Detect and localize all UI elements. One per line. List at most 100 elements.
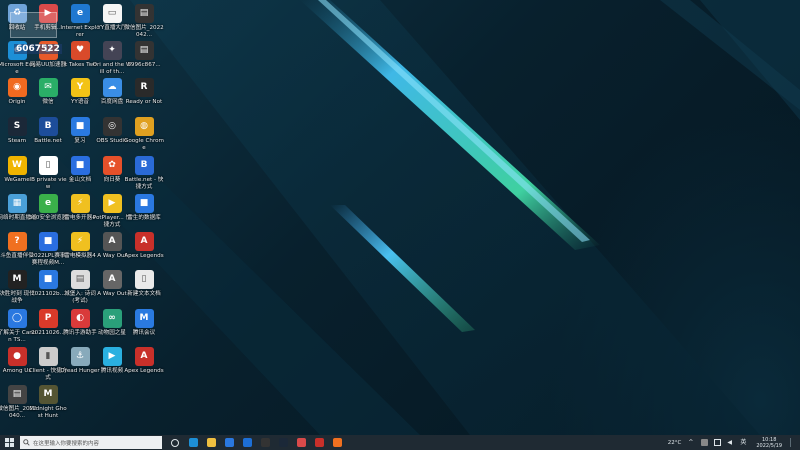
- app-icon: ♥: [70, 41, 90, 60]
- desktop-icon[interactable]: M 腾讯会议: [127, 309, 161, 337]
- taskbar-app-file-explorer[interactable]: [202, 435, 220, 450]
- app-icon: ▶: [102, 347, 122, 366]
- weather-label[interactable]: 22°C: [668, 440, 682, 446]
- app-icon: ☁: [102, 78, 122, 97]
- desktop-icon[interactable]: ▤ 微信图片_2022042...: [124, 4, 164, 38]
- app-icon: ▤: [70, 270, 90, 289]
- desktop-icon[interactable]: A Apex Legends: [124, 232, 164, 260]
- app-icon: B: [134, 156, 154, 175]
- taskbar: 在这里输入你要搜索的内容 22°C ^ ◀ 英 10:18 2022/5/19: [0, 435, 800, 450]
- desktop-icon[interactable]: ▮ Client - 快捷方式: [29, 347, 67, 381]
- desktop-icon[interactable]: ◯ 了解关于 Canon TS...: [0, 309, 36, 343]
- action-center-icon[interactable]: [790, 438, 797, 447]
- desktop-icon-grid: ♻ 回收站 ▶ 手机剪辑... e Internet Explorer ▭ YY直播大厅 ▤ 微信…: [0, 0, 165, 435]
- app-icon: ✦: [102, 41, 122, 60]
- app-icon: ◍: [134, 117, 154, 136]
- app-icon: ▤: [134, 4, 154, 23]
- desktop-icon[interactable]: ■ 2022LPL赛事 赛程视频M...: [30, 232, 66, 266]
- desktop-icon-label: 腾讯会议: [132, 330, 156, 336]
- app-icon: ⚡: [70, 232, 90, 251]
- start-button[interactable]: [0, 435, 18, 450]
- notification-app-icon[interactable]: [701, 439, 709, 446]
- desktop-icon[interactable]: ▶ PotPlayer... 快捷方式: [93, 194, 131, 228]
- app-icon: ▦: [7, 194, 27, 213]
- desktop-icon-label: Apex Legends: [124, 253, 164, 259]
- app-icon: ◐: [70, 309, 90, 328]
- app-icon: R: [134, 78, 154, 97]
- network-icon[interactable]: [714, 439, 722, 446]
- app-icon: A: [134, 232, 154, 251]
- taskbar-clock[interactable]: 10:18 2022/5/19: [756, 437, 782, 449]
- taskbar-app-edge[interactable]: [184, 435, 202, 450]
- acrobat-icon: [314, 438, 324, 447]
- desktop-icon[interactable]: ■ 雷生的数据库: [127, 194, 161, 222]
- desktop-icon-label: 6996c867...: [127, 62, 161, 68]
- desktop-icon-label: Apex Legends: [124, 368, 164, 374]
- system-tray: 22°C ^ ◀ 英 10:18 2022/5/19: [668, 435, 800, 450]
- desktop-icon[interactable]: M Midnight Ghost Hunt: [29, 385, 67, 419]
- search-placeholder: 在这里输入你要搜索的内容: [33, 440, 100, 447]
- desktop-icon[interactable]: ▯ IB private view: [29, 156, 67, 190]
- app-icon: ▶: [102, 194, 122, 213]
- app-icon: M: [7, 270, 27, 289]
- desktop-icon[interactable]: ◍ Google Chrome: [124, 117, 165, 151]
- store-icon: [224, 438, 234, 447]
- taskbar-app-acrobat[interactable]: [310, 435, 328, 450]
- mail-icon: [242, 438, 252, 447]
- stream-overlay-badge: [10, 12, 57, 38]
- app-icon: ■: [70, 156, 90, 175]
- desktop-icon[interactable]: R Ready or Not: [126, 78, 162, 106]
- app-icon: ▤: [134, 41, 154, 60]
- taskbar-app-store[interactable]: [220, 435, 238, 450]
- app-icon: ?: [7, 232, 27, 251]
- task-view-icon: [171, 438, 179, 447]
- desktop-icon[interactable]: B Battle.net - 快捷方式: [124, 156, 164, 190]
- edge-icon: [188, 438, 198, 447]
- app-icon: e: [38, 194, 58, 213]
- app-icon: M: [134, 309, 154, 328]
- app-icon: ▯: [38, 156, 58, 175]
- show-hidden-icons-icon[interactable]: ^: [688, 439, 695, 446]
- taskbar-app-task-view[interactable]: [166, 435, 184, 450]
- app-icon: ■: [70, 117, 90, 136]
- taskbar-app-mail[interactable]: [238, 435, 256, 450]
- app-icon: ■: [38, 232, 58, 251]
- desktop-icon-label: 新建文本文档: [127, 291, 161, 297]
- app-icon: A: [134, 347, 154, 366]
- app-icon: A: [102, 270, 122, 289]
- desktop-icon-label: 雷生的数据库: [127, 215, 161, 221]
- desktop-icon[interactable]: e Internet Explorer: [60, 4, 100, 38]
- app-icon: ▤: [7, 385, 27, 404]
- app-icon: ■: [134, 194, 154, 213]
- taskbar-search-box[interactable]: 在这里输入你要搜索的内容: [20, 436, 162, 449]
- taskbar-app-game-app[interactable]: [292, 435, 310, 450]
- app-icon: ◯: [7, 309, 27, 328]
- search-icon: [23, 439, 30, 446]
- taskbar-app-steam[interactable]: [274, 435, 292, 450]
- app-icon: ▮: [38, 347, 58, 366]
- desktop-icon[interactable]: M 决胜时刻 现代战争: [0, 270, 35, 304]
- app-icon: ∞: [102, 309, 122, 328]
- desktop-icon[interactable]: ✦ Ori and the Will of th...: [93, 41, 131, 75]
- app-icon: S: [7, 117, 27, 136]
- steam-icon: [278, 438, 288, 447]
- desktop-icon-label: Battle.net - 快捷方式: [124, 177, 164, 190]
- desktop-icon-label: Google Chrome: [124, 138, 165, 151]
- desktop-icon[interactable]: ▤ 6996c867...: [127, 41, 161, 69]
- volume-icon[interactable]: ◀: [727, 439, 734, 446]
- desktop-icon[interactable]: A Apex Legends: [124, 347, 164, 375]
- language-icon[interactable]: 英: [740, 439, 747, 446]
- app-icon: P: [38, 309, 58, 328]
- taskbar-pinned-apps: [166, 435, 346, 450]
- app-icon: ■: [38, 270, 58, 289]
- orange-app-icon: [332, 438, 342, 447]
- desktop-icon[interactable]: ▯ 新建文本文档: [127, 270, 161, 298]
- taskbar-app-terminal[interactable]: [256, 435, 274, 450]
- desktop-icon-label: 微信图片_2022042...: [124, 25, 164, 38]
- app-icon: ⚓: [70, 347, 90, 366]
- desktop-icon[interactable]: ▤ 城堡入: 诗词 (考试): [63, 270, 97, 304]
- file-explorer-icon: [206, 438, 216, 447]
- taskbar-app-orange-app[interactable]: [328, 435, 346, 450]
- app-icon: ✿: [102, 156, 122, 175]
- app-icon: ▭: [102, 4, 122, 23]
